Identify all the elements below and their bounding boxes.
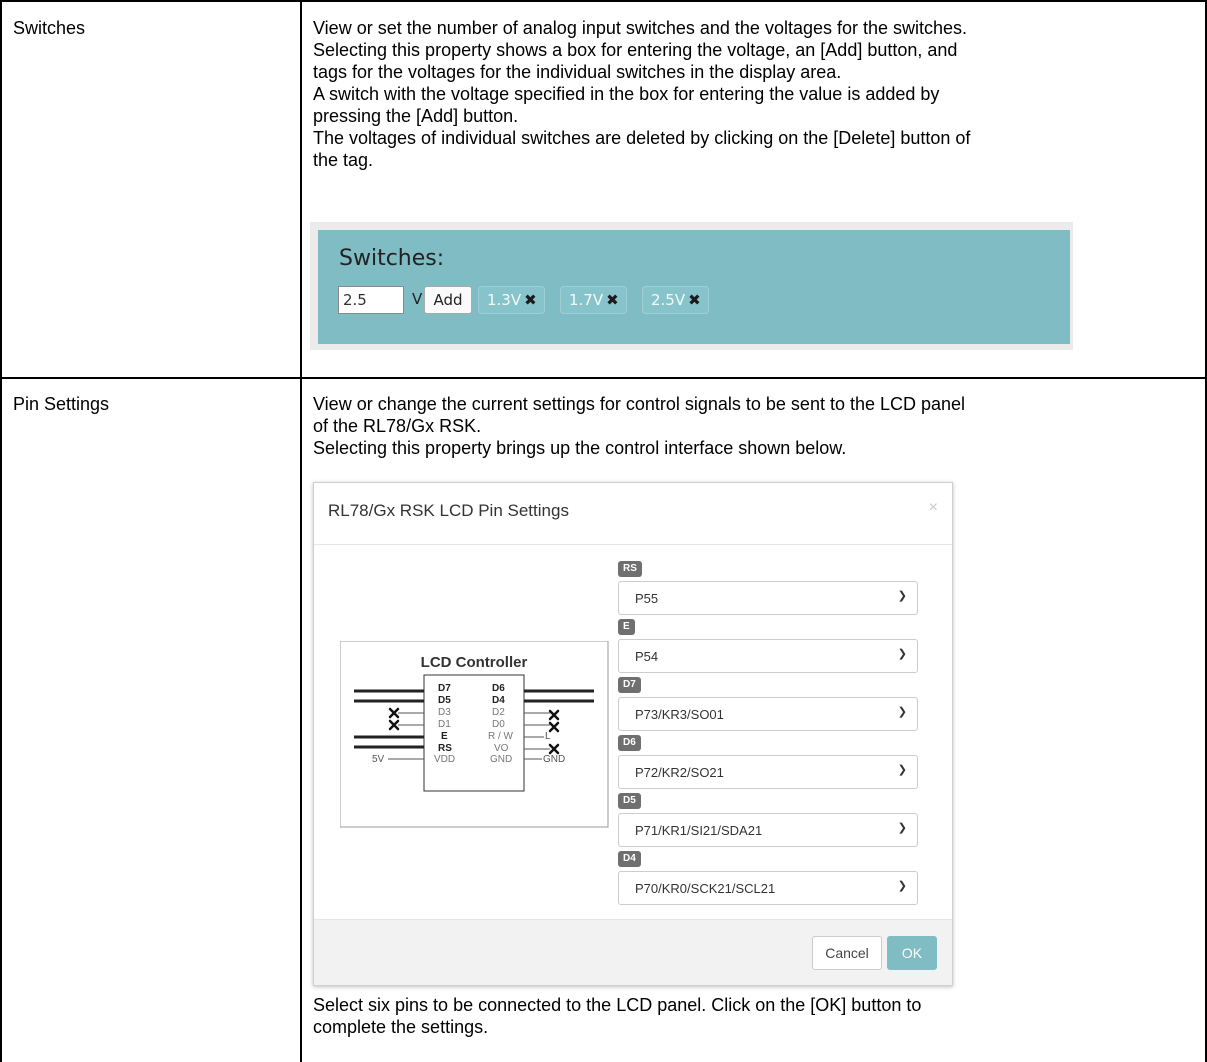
cancel-button[interactable]: Cancel (812, 936, 882, 970)
pin-select[interactable]: P54 ❯ (618, 639, 918, 673)
switch-tag-label: 2.5V (651, 291, 686, 309)
switch-tag-label: 1.3V (487, 291, 522, 309)
pin-gnd-label: GND (490, 754, 512, 765)
desc-line: Selecting this property brings up the co… (313, 438, 847, 458)
desc-line: pressing the [Add] button. (313, 106, 519, 126)
pin-d3-label: D3 (438, 707, 451, 718)
switch-tag: 1.7V ✖ (560, 286, 627, 314)
pin-settings-description: View or change the current settings for … (313, 393, 1193, 459)
table-left-border (0, 0, 2, 1062)
vdd-source-label: 5V (372, 754, 385, 765)
property-table: Switches View or set the number of analo… (0, 0, 1207, 1062)
delete-icon[interactable]: ✖ (524, 291, 537, 309)
desc-line: View or set the number of analog input s… (313, 18, 968, 38)
pin-d4-label: D4 (492, 695, 505, 706)
diagram-title: LCD Controller (421, 654, 528, 671)
desc-line: of the RL78/Gx RSK. (313, 416, 482, 436)
pin-select-value: P72/KR2/SO21 (635, 765, 724, 780)
pin-d0-label: D0 (492, 719, 505, 730)
switch-tag: 2.5V ✖ (642, 286, 709, 314)
pin-badge: D5 (618, 793, 641, 809)
desc-line: complete the settings. (313, 1017, 489, 1037)
row-label-switches: Switches (13, 18, 86, 38)
chevron-down-icon: ❯ (897, 590, 907, 602)
switches-panel: Switches: V Add 1.3V✖ 1.7V✖ 2.5V✖ (318, 230, 1070, 344)
pin-d7-label: D7 (438, 683, 451, 694)
ok-button[interactable]: OK (887, 936, 937, 970)
pin-select[interactable]: P55 ❯ (618, 581, 918, 615)
delete-icon[interactable]: ✖ (606, 291, 619, 309)
add-button[interactable]: Add (424, 286, 472, 314)
voltage-input[interactable] (338, 286, 404, 314)
pin-select-value: P73/KR3/SO01 (635, 707, 724, 722)
pin-rs-label: RS (438, 743, 452, 754)
chevron-down-icon: ❯ (897, 880, 907, 892)
desc-line: View or change the current settings for … (313, 394, 966, 414)
desc-line: tags for the voltages for the individual… (313, 62, 842, 82)
dialog-body: LCD Controller D7 D5 D3 D1 E RS VDD D6 D… (314, 545, 952, 919)
pin-select[interactable]: P72/KR2/SO21 ❯ (618, 755, 918, 789)
chevron-down-icon: ❯ (897, 822, 907, 834)
pin-d6-label: D6 (492, 683, 505, 694)
pin-select-value: P54 (635, 649, 659, 664)
pin-select[interactable]: P71/KR1/SI21/SDA21 ❯ (618, 813, 918, 847)
row-divider (0, 377, 1207, 379)
pin-badge: D7 (618, 677, 641, 693)
switches-title: Switches: (339, 246, 445, 271)
dialog-header: RL78/Gx RSK LCD Pin Settings × (314, 483, 952, 545)
pin-d2-label: D2 (492, 707, 505, 718)
pin-select[interactable]: P70/KR0/SCK21/SCL21 ❯ (618, 871, 918, 905)
pin-badge: E (618, 619, 635, 635)
voltage-unit: V (412, 290, 423, 308)
switch-tag: 1.3V ✖ (478, 286, 545, 314)
pin-select[interactable]: P73/KR3/SO01 ❯ (618, 697, 918, 731)
chevron-down-icon: ❯ (897, 648, 907, 660)
switches-widget-screenshot: Switches: V Add 1.3V✖ 1.7V✖ 2.5V✖ (310, 222, 1073, 350)
column-divider (300, 0, 302, 1062)
pin-select-value: P71/KR1/SI21/SDA21 (635, 823, 763, 838)
pin-select-value: P55 (635, 591, 659, 606)
row-label-pin-settings: Pin Settings (13, 394, 110, 414)
desc-line: The voltages of individual switches are … (313, 128, 971, 148)
close-icon[interactable]: × (929, 499, 938, 517)
lcd-pin-settings-dialog: RL78/Gx RSK LCD Pin Settings × LCD Contr… (313, 482, 953, 986)
pin-d5-label: D5 (438, 695, 451, 706)
pin-select-value: P70/KR0/SCK21/SCL21 (635, 881, 776, 896)
gnd-target-label: GND (543, 754, 565, 765)
switch-tag-label: 1.7V (569, 291, 604, 309)
dialog-title: RL78/Gx RSK LCD Pin Settings (328, 501, 569, 520)
delete-icon[interactable]: ✖ (688, 291, 701, 309)
pin-vdd-label: VDD (434, 754, 455, 765)
pin-e-label: E (441, 731, 448, 742)
pin-badge: D4 (618, 851, 641, 867)
lcd-controller-diagram: LCD Controller D7 D5 D3 D1 E RS VDD D6 D… (340, 641, 609, 828)
table-top-border (0, 0, 1207, 2)
switches-description: View or set the number of analog input s… (313, 17, 1193, 171)
pin-vo-label: VO (494, 743, 509, 754)
chevron-down-icon: ❯ (897, 764, 907, 776)
pin-rw-label: R / W (488, 731, 514, 742)
pin-badge: D6 (618, 735, 641, 751)
desc-line: the tag. (313, 150, 374, 170)
desc-line: Selecting this property shows a box for … (313, 40, 958, 60)
rw-level-label: L (545, 731, 551, 742)
pin-settings-footer-text: Select six pins to be connected to the L… (313, 994, 1193, 1038)
desc-line: Select six pins to be connected to the L… (313, 995, 922, 1015)
pin-d1-label: D1 (438, 719, 451, 730)
pin-badge: RS (618, 561, 642, 577)
dialog-footer: Cancel OK (314, 919, 952, 985)
chevron-down-icon: ❯ (897, 706, 907, 718)
desc-line: A switch with the voltage specified in t… (313, 84, 940, 104)
